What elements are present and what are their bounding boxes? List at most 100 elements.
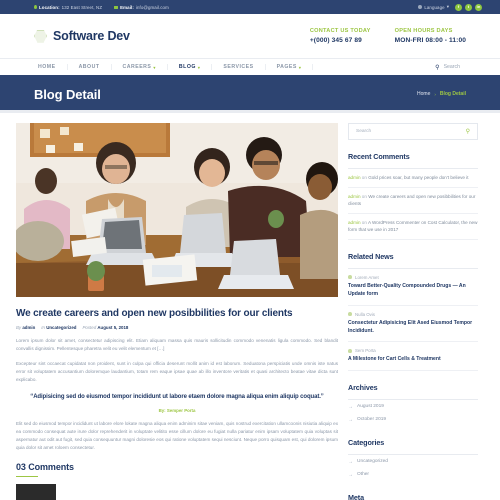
- comment-post-title[interactable]: A WordPress Commenter on Cost Calculator…: [348, 220, 477, 233]
- blockquote-attribution: By: Semper Porta: [16, 408, 338, 413]
- location-info: Location: 132 East Street, NZ: [34, 5, 102, 10]
- chevron-down-icon: ▾: [153, 64, 156, 70]
- related-news-author-row: Nulla Ovis: [348, 312, 478, 317]
- linkedin-icon[interactable]: in: [475, 3, 482, 11]
- email-value[interactable]: info@gmail.com: [136, 5, 169, 10]
- nav-label: HOME: [38, 64, 56, 70]
- nav-label: BLOG: [178, 64, 196, 70]
- search-input[interactable]: Search: [444, 64, 460, 70]
- article-meta: By admin In Uncategorized Posted August …: [16, 325, 338, 330]
- nav-item-home[interactable]: HOME: [34, 64, 68, 70]
- breadcrumb-separator-icon: ›: [434, 91, 436, 97]
- facebook-icon[interactable]: f: [455, 3, 462, 11]
- nav-item-pages[interactable]: PAGES ▾: [266, 64, 314, 70]
- logo-text: Software Dev: [53, 29, 130, 43]
- meta-date-group: Posted August 5, 2018: [82, 325, 128, 330]
- nav-label: SERVICES: [223, 64, 254, 70]
- comments-heading-underline: [16, 475, 38, 478]
- nav-link-label[interactable]: PAGES ▾: [277, 64, 302, 70]
- comment-post-title[interactable]: We create careers and open new posibbili…: [348, 194, 475, 207]
- article-title: We create careers and open new posibbili…: [16, 308, 293, 319]
- contact-phone[interactable]: +(000) 345 67 89: [310, 37, 371, 44]
- sidebar-search-box[interactable]: Search ⚲: [348, 123, 478, 140]
- related-news-author: Lorem Amet: [355, 274, 379, 280]
- comment-author[interactable]: admin: [348, 175, 361, 180]
- nav-link-label[interactable]: BLOG ▾: [179, 64, 201, 70]
- link-label: August 2019: [357, 404, 384, 410]
- widget-related-news: Related News Lorem Amet Toward Better-Qua…: [348, 252, 478, 372]
- nav-link-label[interactable]: SERVICES: [223, 64, 253, 70]
- article-blockquote: “Adipisicing sed do eiusmod tempor incid…: [16, 393, 338, 413]
- location-label: Location:: [39, 4, 60, 10]
- comment-author[interactable]: admin: [348, 220, 361, 225]
- related-news-title[interactable]: A Milestone for Cart Cells & Treatment: [348, 356, 478, 364]
- top-bar: Location: 132 East Street, NZ Email: inf…: [0, 0, 500, 14]
- nav-item-services[interactable]: SERVICES: [212, 64, 266, 70]
- site-logo[interactable]: Software Dev: [34, 29, 130, 43]
- page-banner: Blog Detail Home › Blog Detail: [0, 78, 500, 113]
- arrow-right-icon: →: [348, 403, 353, 410]
- sidebar-search-input[interactable]: Search: [356, 129, 371, 134]
- link-label: October 2019: [357, 417, 387, 423]
- comment-on-label: on: [361, 175, 367, 180]
- meta-category-group: In Uncategorized: [41, 325, 76, 330]
- recent-comment-item[interactable]: admin on We create careers and open new …: [348, 188, 478, 214]
- recent-comment-item[interactable]: admin on Gold prices soar, but many peop…: [348, 169, 478, 188]
- archive-link[interactable]: → October 2019: [348, 413, 478, 426]
- masthead: Software Dev CONTACT US TODAY +(000) 345…: [0, 14, 500, 58]
- nav-link-label[interactable]: CAREERS ▾: [123, 64, 156, 70]
- meta-category[interactable]: Uncategorized: [46, 325, 76, 330]
- related-news-item[interactable]: Sem Porta A Milestone for Cart Cells & Tr…: [348, 342, 478, 372]
- nav-item-blog[interactable]: BLOG ▾: [168, 64, 213, 70]
- language-label: Language: [424, 4, 445, 10]
- search-icon[interactable]: ⚲: [435, 64, 439, 71]
- nav-item-about[interactable]: ABOUT: [68, 64, 112, 70]
- article-hero-image: [16, 123, 338, 297]
- sidebar: Search ⚲ Recent Comments admin on Gold p…: [348, 123, 478, 500]
- comment-on-label: on: [361, 193, 367, 199]
- hours-value: MON-FRI 08:00 - 11:00: [394, 37, 466, 44]
- widget-meta: Meta Log inEntries RSSComments RSSinfo@g…: [348, 493, 478, 500]
- related-news-list: Lorem Amet Toward Better-Quality Compound…: [348, 269, 478, 372]
- nav-search[interactable]: ⚲ Search: [435, 64, 460, 71]
- meta-author[interactable]: admin: [22, 325, 35, 330]
- user-icon: [348, 275, 352, 280]
- blockquote-text: “Adipisicing sed do eiusmod tempor incid…: [30, 394, 324, 401]
- nav-item-careers[interactable]: CAREERS ▾: [112, 64, 168, 70]
- comment-avatar: [16, 484, 56, 500]
- twitter-icon[interactable]: t: [465, 3, 472, 11]
- comment-author[interactable]: admin: [348, 194, 361, 199]
- blockquote-author: Semper Porta: [166, 407, 196, 413]
- meta-date: August 5, 2018: [97, 325, 129, 330]
- main-navigation: HOME ABOUT CAREERS ▾ BLOG ▾ SERVICES PAGES ▾ ⚲ S…: [0, 58, 500, 78]
- language-selector[interactable]: Language ▾: [418, 4, 449, 10]
- archives-list: → August 2019 → October 2019: [348, 400, 478, 426]
- arrow-right-icon: →: [348, 458, 353, 465]
- nav-link-label[interactable]: ABOUT: [79, 64, 100, 70]
- breadcrumb-home[interactable]: Home: [417, 91, 430, 97]
- category-link[interactable]: → Other: [348, 468, 478, 481]
- globe-icon: [418, 5, 423, 9]
- recent-comments-list: admin on Gold prices soar, but many peop…: [348, 169, 478, 240]
- email-label: Email:: [120, 4, 134, 10]
- related-news-author-row: Lorem Amet: [348, 275, 478, 280]
- search-icon[interactable]: ⚲: [466, 128, 470, 135]
- arrow-right-icon: →: [348, 471, 353, 478]
- related-news-item[interactable]: Lorem Amet Toward Better-Quality Compound…: [348, 269, 478, 306]
- arrow-right-icon: →: [348, 416, 353, 423]
- related-news-title[interactable]: Toward Better-Quality Compounded Drugs —…: [348, 283, 478, 299]
- nav-label: PAGES: [276, 64, 297, 70]
- meta-by-label: By: [16, 325, 22, 330]
- archive-link[interactable]: → August 2019: [348, 400, 478, 413]
- nav-link-label[interactable]: HOME: [38, 64, 56, 70]
- comment-post-title[interactable]: Gold prices soar, but many people don’t …: [368, 175, 468, 180]
- user-icon: [348, 348, 352, 353]
- category-link[interactable]: → Uncategorized: [348, 455, 478, 468]
- nav-list: HOME ABOUT CAREERS ▾ BLOG ▾ SERVICES PAGES ▾: [34, 64, 314, 70]
- link-label: Uncategorized: [357, 459, 388, 465]
- related-news-item[interactable]: Nulla Ovis Consectetur Adipisicing Elit A…: [348, 306, 478, 343]
- related-news-title[interactable]: Consectetur Adipisicing Elit Ased Eiusmo…: [348, 320, 478, 336]
- related-news-author: Nulla Ovis: [355, 311, 376, 317]
- meta-author-group: By admin: [16, 325, 35, 330]
- recent-comment-item[interactable]: admin on A WordPress Commenter on Cost C…: [348, 214, 478, 240]
